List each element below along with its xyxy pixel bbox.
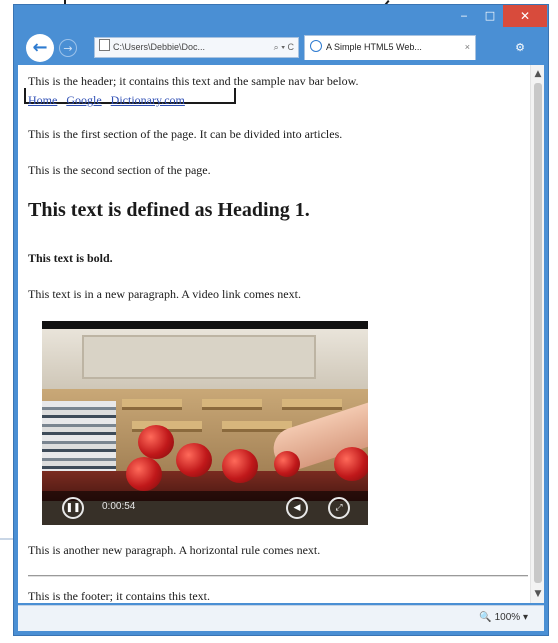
section-2-text: This is the second section of the page. <box>28 163 211 177</box>
header-text: This is the header; it contains this tex… <box>28 74 359 88</box>
horizontal-rule <box>28 575 528 577</box>
nav-link-dictionary[interactable]: Dictionary.com <box>111 93 185 107</box>
address-bar[interactable]: C:\Users\Debbie\Doc... ⌕ ▾ C <box>94 37 299 58</box>
video-time: 0:00:54 <box>102 501 136 512</box>
heading-1: This text is defined as Heading 1. <box>28 199 310 221</box>
scroll-down-icon[interactable]: ▼ <box>531 589 544 599</box>
maximize-button[interactable]: □ <box>477 5 503 27</box>
address-text: C:\Users\Debbie\Doc... <box>113 42 206 52</box>
paragraph-video: This text is in a new paragraph. A video… <box>28 287 301 301</box>
video-scene-apple <box>138 425 174 459</box>
video-player[interactable]: ❚❚ 0:00:54 ◀ ⤢ <box>42 321 368 525</box>
gear-icon[interactable]: ⚙ <box>511 39 529 57</box>
tab-close-icon[interactable]: × <box>465 36 470 59</box>
tab-title: A Simple HTML5 Web... <box>326 42 422 52</box>
video-scene-apple <box>334 447 368 481</box>
video-top-bar <box>42 321 368 329</box>
browser-window: ‒ □ ✕ ← → C:\Users\Debbie\Doc... ⌕ ▾ C A… <box>13 4 549 636</box>
ie-icon <box>310 40 322 52</box>
volume-icon[interactable]: ◀ <box>286 497 308 519</box>
zoom-control[interactable]: 🔍 100% ▾ <box>479 612 528 623</box>
nav-link-google[interactable]: Google <box>66 93 101 107</box>
navigation-bar: ← → C:\Users\Debbie\Doc... ⌕ ▾ C A Simpl… <box>14 31 548 65</box>
nav-bar: Home Google Dictionary.com <box>28 93 191 108</box>
video-controls: ❚❚ 0:00:54 ◀ ⤢ <box>42 491 368 525</box>
bold-text: This text is bold. <box>28 251 113 265</box>
vertical-scrollbar[interactable]: ▲ ▼ <box>530 65 544 603</box>
video-scene-apple <box>126 457 162 491</box>
video-scene-apple <box>222 449 258 483</box>
back-button[interactable]: ← <box>26 34 54 62</box>
scroll-up-icon[interactable]: ▲ <box>531 69 544 79</box>
edge-mark <box>0 538 13 540</box>
status-bar: 🔍 100% ▾ <box>18 605 544 631</box>
video-scene-board <box>82 335 316 379</box>
minimize-button[interactable]: ‒ <box>451 5 477 27</box>
video-scene-apple <box>274 451 300 477</box>
nav-link-home[interactable]: Home <box>28 93 57 107</box>
tab-active[interactable]: A Simple HTML5 Web... × <box>304 35 476 60</box>
video-scene-desk <box>202 399 262 410</box>
video-scene-desk <box>122 399 182 410</box>
scroll-thumb[interactable] <box>534 83 542 583</box>
video-scene-apple <box>176 443 212 477</box>
video-scene-desk <box>282 399 342 410</box>
address-controls[interactable]: ⌕ ▾ C <box>274 38 294 57</box>
close-button[interactable]: ✕ <box>503 5 547 27</box>
section-1-text: This is the first section of the page. I… <box>28 127 343 141</box>
title-bar: ‒ □ ✕ <box>14 5 548 31</box>
forward-button[interactable]: → <box>59 39 77 57</box>
page-icon <box>99 39 110 51</box>
footer-text: This is the footer; it contains this tex… <box>28 589 210 603</box>
pause-icon[interactable]: ❚❚ <box>62 497 84 519</box>
paragraph-hr: This is another new paragraph. A horizon… <box>28 543 321 557</box>
page-viewport: This is the header; it contains this tex… <box>18 65 544 603</box>
fullscreen-icon[interactable]: ⤢ <box>328 497 350 519</box>
